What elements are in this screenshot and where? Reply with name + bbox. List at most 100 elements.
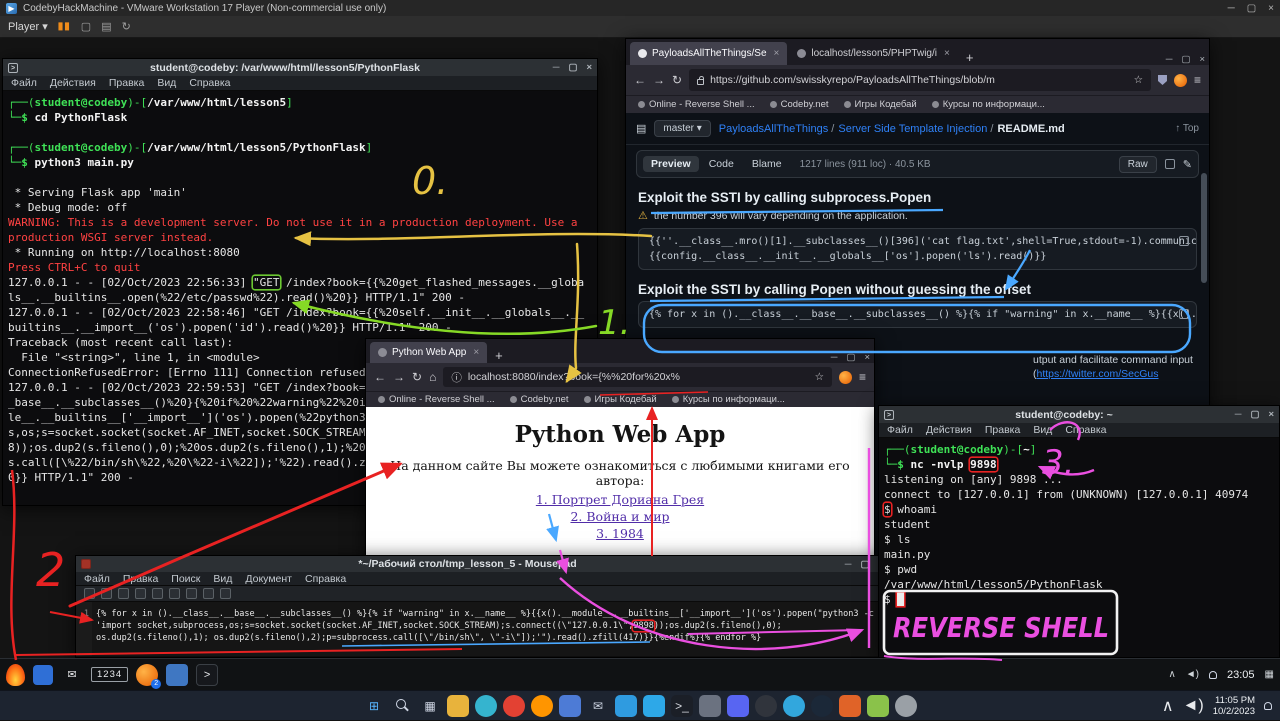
bookmark-item[interactable]: Игры Кодебай [584, 394, 657, 405]
book-link[interactable]: 2. Война и мир [366, 509, 874, 524]
titlebar[interactable]: > student@codeby: /var/www/html/lesson5/… [3, 59, 597, 76]
menu-item[interactable]: Правка [123, 573, 158, 585]
save-icon[interactable] [118, 588, 129, 599]
menu-item[interactable]: Файл [11, 77, 37, 89]
titlebar[interactable]: *~/Рабочий стол/tmp_lesson_5 - Mousepad … [76, 556, 889, 572]
open-file-icon[interactable] [101, 588, 112, 599]
menu-icon[interactable]: ≡ [859, 370, 866, 384]
minimize-icon[interactable]: ─ [553, 62, 560, 73]
browser-chrome-icon[interactable] [503, 695, 525, 717]
view-tab[interactable]: Code [701, 156, 742, 172]
forward-icon[interactable]: → [393, 370, 405, 384]
calendar-icon[interactable]: ▦ [1265, 669, 1274, 680]
copy-icon[interactable] [1179, 309, 1189, 319]
profile-avatar[interactable] [839, 371, 852, 384]
menu-item[interactable]: Файл [84, 573, 110, 585]
menu-item[interactable]: Справка [305, 573, 346, 585]
maximize-icon[interactable]: ▢ [1247, 3, 1256, 14]
tray-chevron-icon[interactable]: ∧ [1162, 696, 1174, 716]
notepad-icon[interactable] [867, 695, 889, 717]
code-block-popen[interactable]: {% for x in ().__class__.__base__.__subc… [638, 301, 1197, 328]
copy-icon[interactable] [1165, 159, 1175, 169]
edit-pencil-icon[interactable]: ✎ [1183, 158, 1192, 171]
reload-icon[interactable]: ↻ [412, 370, 422, 384]
telegram-icon[interactable] [783, 695, 805, 717]
menu-item[interactable]: Справка [1065, 424, 1106, 436]
redo-icon[interactable] [152, 588, 163, 599]
extension-shield-icon[interactable] [1158, 75, 1167, 85]
menu-item[interactable]: Документ [245, 573, 292, 585]
close-tab-icon[interactable]: × [774, 48, 780, 59]
close-icon[interactable]: × [1199, 54, 1205, 65]
menu-icon[interactable]: ≡ [1194, 73, 1201, 87]
browser-edge-icon[interactable] [475, 695, 497, 717]
minimize-icon[interactable]: ─ [831, 352, 838, 363]
tray-chevron-icon[interactable]: ∧ [1168, 669, 1175, 680]
bookmark-item[interactable]: Курсы по информаци... [672, 394, 785, 405]
bookmark-item[interactable]: Курсы по информаци... [932, 99, 1045, 110]
minimize-icon[interactable]: ─ [845, 559, 852, 570]
close-tab-icon[interactable]: × [944, 48, 950, 59]
new-tab-button[interactable]: + [489, 348, 509, 363]
notifications-icon[interactable] [1209, 671, 1217, 679]
menu-item[interactable]: Справка [189, 77, 230, 89]
minimize-icon[interactable]: ─ [1235, 409, 1242, 420]
url-bar[interactable]: https://github.com/swisskyrepo/PayloadsA… [689, 69, 1151, 91]
task-view-icon[interactable]: ▦ [419, 695, 441, 717]
mail-icon[interactable]: ✉ [587, 695, 609, 717]
book-link[interactable]: 1. Портрет Дориана Грея [366, 492, 874, 507]
mail-icon[interactable]: ✉ [61, 664, 83, 686]
maximize-icon[interactable]: ▢ [568, 62, 577, 73]
start-icon[interactable]: ⊞ [363, 695, 385, 717]
volume-icon[interactable]: ◄) [1186, 669, 1199, 680]
editor-text[interactable]: {% for x in ().__class__.__base__.__subc… [92, 602, 889, 656]
menu-item[interactable]: Правка [985, 424, 1020, 436]
cut-icon[interactable] [169, 588, 180, 599]
forward-icon[interactable]: → [653, 73, 665, 87]
vscode-icon[interactable] [643, 695, 665, 717]
back-icon[interactable]: ← [374, 370, 386, 384]
guest-clock[interactable]: 23:05 [1227, 669, 1255, 681]
steam-icon[interactable] [811, 695, 833, 717]
menu-item[interactable]: Вид [157, 77, 176, 89]
breadcrumb-item[interactable]: Server Side Template Injection [838, 123, 993, 135]
breadcrumb-item[interactable]: PayloadsAllTheThings [719, 123, 835, 135]
snapshot-icon[interactable]: ↻ [122, 20, 131, 33]
player-menu[interactable]: Player ▾ [8, 20, 48, 33]
fullscreen-icon[interactable]: ▢ [81, 20, 91, 33]
maximize-icon[interactable]: ▢ [860, 559, 869, 570]
menu-item[interactable]: Поиск [171, 573, 200, 585]
view-tab[interactable]: Blame [744, 156, 790, 172]
vmware-icon[interactable] [699, 695, 721, 717]
tab-payloadsallthethings[interactable]: PayloadsAllTheThings/Se × [630, 42, 787, 65]
menu-item[interactable]: Действия [50, 77, 96, 89]
tab-localhost-phptwig[interactable]: localhost/lesson5/PHPTwig/i × [789, 42, 957, 65]
new-file-icon[interactable] [84, 588, 95, 599]
terminal-window-netcat[interactable]: > student@codeby: ~ ─ ▢ × ФайлДействияПр… [878, 405, 1280, 658]
breadcrumb-item[interactable]: README.md [997, 123, 1064, 135]
maximize-icon[interactable]: ▢ [1181, 54, 1190, 65]
back-to-top-link[interactable]: ↑ Top [1175, 123, 1199, 134]
copy-icon[interactable] [1179, 236, 1189, 246]
menu-item[interactable]: Вид [213, 573, 232, 585]
store-icon[interactable] [615, 695, 637, 717]
raw-button[interactable]: Raw [1119, 156, 1157, 173]
view-tab[interactable]: Preview [643, 156, 699, 172]
back-icon[interactable]: ← [634, 73, 646, 87]
close-icon[interactable]: × [864, 352, 870, 363]
new-tab-button[interactable]: + [960, 50, 980, 65]
search-icon[interactable] [391, 695, 413, 717]
reload-icon[interactable]: ↻ [672, 73, 682, 87]
terminal-taskbar-icon[interactable]: > [196, 664, 218, 686]
url-bar[interactable]: ⓘ localhost:8080/index?book={%%20for%20x… [443, 367, 832, 387]
discord-icon[interactable] [727, 695, 749, 717]
close-icon[interactable]: × [1268, 3, 1274, 14]
tab-python-web-app[interactable]: Python Web App × [370, 342, 487, 363]
pause-icon[interactable]: ▮▮ [58, 21, 71, 32]
close-icon[interactable]: × [586, 62, 592, 73]
app-blue-icon[interactable] [33, 665, 53, 685]
workspace-pager[interactable]: 1234 [91, 667, 128, 682]
host-clock[interactable]: 11:05 PM 10/2/2023 [1213, 695, 1255, 717]
code-block-subprocess[interactable]: {{''.__class__.mro()[1].__subclasses__()… [638, 228, 1197, 270]
bookmark-star-icon[interactable]: ☆ [1134, 74, 1143, 86]
